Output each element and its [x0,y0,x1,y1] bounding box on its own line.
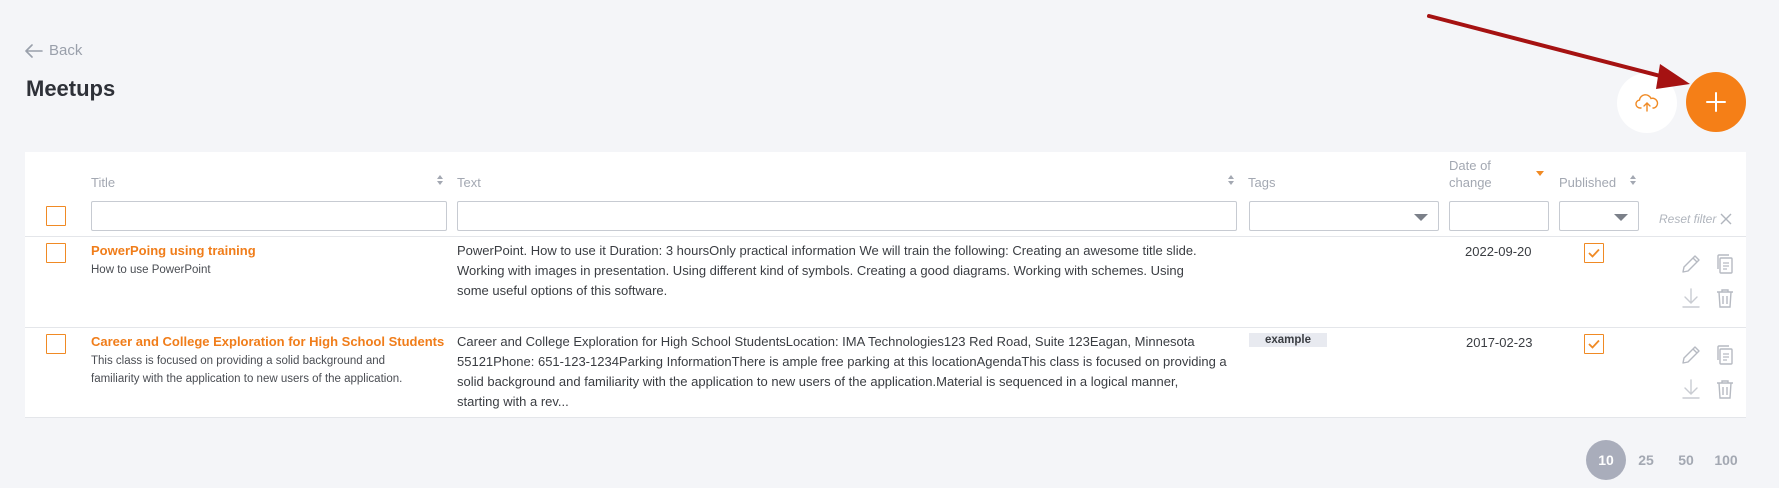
edit-icon[interactable] [1679,252,1703,276]
plus-icon [1706,92,1726,112]
page-size-10[interactable]: 10 [1586,440,1626,480]
row-text-line: Working with images in presentation. Usi… [457,263,1184,278]
reset-filter-button[interactable]: Reset filter [1659,212,1732,226]
divider [25,236,1746,237]
title-filter-input[interactable] [91,201,447,231]
download-icon[interactable] [1679,377,1703,401]
upload-button[interactable] [1617,73,1677,133]
row-subtitle: How to use PowerPoint [91,264,211,276]
column-header-date[interactable]: Date of change [1449,157,1492,191]
check-icon [1588,248,1600,258]
date-filter-input[interactable] [1449,201,1549,231]
chevron-down-icon [1414,214,1428,221]
tags-filter-select[interactable] [1249,201,1439,231]
edit-icon[interactable] [1679,343,1703,367]
row-title-link[interactable]: PowerPoing using training [91,243,256,258]
row-text-line: solid background and familiarity with th… [457,374,1179,389]
row-subtitle: This class is focused on providing a sol… [91,352,402,388]
row-text-line: Career and College Exploration for High … [457,334,1195,349]
select-all-checkbox[interactable] [46,206,66,226]
row-checkbox[interactable] [46,334,66,354]
row-text-line: PowerPoint. How to use it Duration: 3 ho… [457,243,1197,258]
date-header-line2: change [1449,175,1492,190]
row-subtitle-line: familiarity with the application to new … [91,373,403,385]
row-date: 2022-09-20 [1465,244,1532,259]
copy-icon[interactable] [1713,343,1737,367]
sort-desc-icon[interactable] [1536,169,1544,181]
published-checkbox[interactable] [1584,334,1604,354]
published-filter-select[interactable] [1559,201,1639,231]
copy-icon[interactable] [1713,252,1737,276]
reset-filter-label: Reset filter [1659,212,1717,226]
text-filter-input[interactable] [457,201,1237,231]
check-icon [1588,339,1600,349]
column-header-published[interactable]: Published [1559,174,1616,191]
row-checkbox[interactable] [46,243,66,263]
sort-icon[interactable] [1227,174,1235,186]
row-date: 2017-02-23 [1466,335,1533,350]
row-text-line: 55121Phone: 651-123-1234Parking Informat… [457,354,1227,369]
tag-badge: example [1249,333,1327,347]
column-header-text[interactable]: Text [457,174,481,191]
row-title-link[interactable]: Career and College Exploration for High … [91,334,444,349]
download-icon[interactable] [1679,286,1703,310]
chevron-down-icon [1614,214,1628,221]
page-size-50[interactable]: 50 [1666,440,1706,480]
trash-icon[interactable] [1713,286,1737,310]
row-text-line: starting with a rev... [457,394,569,409]
cloud-upload-icon [1635,94,1659,112]
add-button[interactable] [1686,72,1746,132]
meetups-table: Title Text Tags Date of change Published… [25,152,1746,418]
published-checkbox[interactable] [1584,243,1604,263]
row-subtitle-line: This class is focused on providing a sol… [91,355,386,367]
back-link[interactable]: Back [25,42,82,59]
column-header-tags[interactable]: Tags [1248,174,1275,191]
back-label: Back [49,42,83,59]
arrow-left-icon [25,43,43,58]
page-size-25[interactable]: 25 [1626,440,1666,480]
divider [25,327,1746,328]
row-text-line: some useful options of this software. [457,283,668,298]
page-title: Meetups [26,76,116,101]
close-icon [1720,213,1732,225]
date-header-line1: Date of [1449,158,1491,173]
column-header-title[interactable]: Title [91,174,115,191]
row-text: PowerPoint. How to use it Duration: 3 ho… [457,241,1237,301]
sort-icon[interactable] [436,174,444,186]
trash-icon[interactable] [1713,377,1737,401]
page-size-100[interactable]: 100 [1706,440,1746,480]
row-text: Career and College Exploration for High … [457,332,1237,412]
divider [25,417,1746,418]
sort-icon[interactable] [1629,174,1637,186]
